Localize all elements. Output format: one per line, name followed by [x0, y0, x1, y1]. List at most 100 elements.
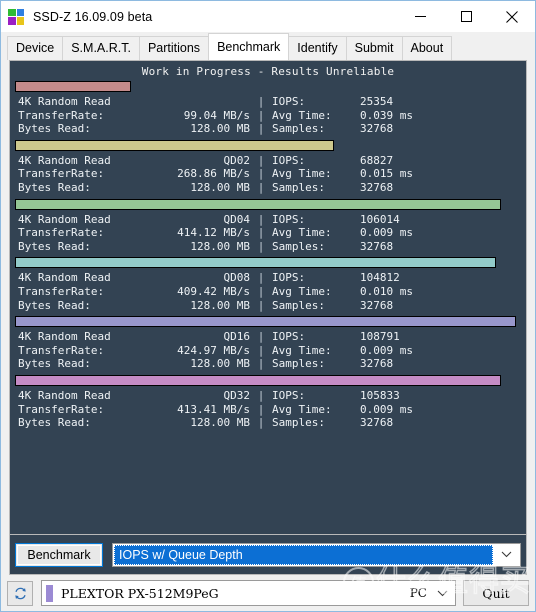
quit-button[interactable]: Quit [463, 580, 529, 606]
result-avgtime-label: Avg Time: [272, 167, 332, 181]
result-bytes-label: Bytes Read: [18, 180, 91, 194]
result-bytes-label: Bytes Read: [18, 239, 91, 253]
result-column-separator: | [257, 212, 265, 226]
result-row: TransferRate: 413.41 MB/s | Avg Time: 0.009 … [18, 403, 521, 417]
result-iops-value: 108791 [360, 330, 400, 344]
device-select[interactable]: PLEXTOR PX-512M9PeG PC [41, 580, 456, 606]
window-controls [397, 1, 535, 32]
result-detail-rows: 4K Random Read QD16 | IOPS: 108791 TransferRa… [15, 330, 521, 371]
result-row: Bytes Read: 128.00 MB | Samples: 32768 [18, 122, 521, 136]
result-row: 4K Random Read QD08 | IOPS: 104812 [18, 271, 521, 285]
result-bar-track [15, 257, 521, 269]
result-column-separator: | [257, 239, 265, 253]
tab-device[interactable]: Device [7, 36, 64, 60]
result-row: TransferRate: 414.12 MB/s | Avg Time: 0.009 … [18, 226, 521, 240]
tab-s-m-a-r-t[interactable]: S.M.A.R.T. [62, 36, 140, 60]
tab-identify[interactable]: Identify [288, 36, 347, 60]
result-iops-value: 25354 [360, 95, 394, 108]
refresh-button[interactable] [7, 580, 33, 606]
refresh-icon [14, 587, 26, 599]
result-test-name: 4K Random Read [18, 153, 111, 167]
result-rate-label: TransferRate: [18, 284, 105, 298]
result-samples-label: Samples: [272, 239, 325, 253]
tab-partitions[interactable]: Partitions [138, 36, 210, 60]
result-row: Bytes Read: 128.00 MB | Samples: 32768 [18, 299, 521, 313]
result-bytes-value: 128.00 MB [190, 239, 250, 253]
result-bytes-value: 128.00 MB [190, 122, 250, 136]
title-bar: SSD-Z 16.09.09 beta [1, 1, 535, 32]
result-iops-value: 68827 [360, 153, 394, 167]
result-rate-label: TransferRate: [18, 108, 105, 122]
result-row: Bytes Read: 128.00 MB | Samples: 32768 [18, 181, 521, 195]
result-test-name: 4K Random Read [18, 271, 111, 285]
benchmark-results-list: 4K Random Read | IOPS: 25354 TransferRate: 99… [15, 81, 521, 430]
result-bar-fill [15, 316, 516, 328]
benchmark-result-block: 4K Random Read QD02 | IOPS: 68827 TransferRat… [15, 139, 521, 195]
result-iops-label: IOPS: [272, 271, 306, 285]
result-row: 4K Random Read QD16 | IOPS: 108791 [18, 330, 521, 344]
tab-bar: Device S.M.A.R.T. Partitions Benchmark Ident… [1, 32, 535, 60]
result-row: TransferRate: 268.86 MB/s | Avg Time: 0.015 … [18, 167, 521, 181]
benchmark-type-select[interactable]: IOPS w/ Queue Depth [112, 542, 521, 567]
result-avgtime-value: 0.010 ms [360, 284, 413, 298]
ssd-z-window: SSD-Z 16.09.09 beta Device S.M.A.R.T. Part [0, 0, 536, 612]
result-row: TransferRate: 409.42 MB/s | Avg Time: 0.010 … [18, 285, 521, 299]
result-column-separator: | [257, 167, 265, 181]
result-test-name: 4K Random Read [18, 330, 111, 344]
minimize-button[interactable] [397, 1, 443, 32]
result-iops-value: 106014 [360, 212, 400, 226]
result-bar-fill [15, 257, 496, 269]
port-label: PC [409, 586, 427, 600]
result-rate-label: TransferRate: [18, 402, 105, 416]
result-samples-label: Samples: [272, 416, 325, 430]
maximize-button[interactable] [443, 1, 489, 32]
result-test-name: 4K Random Read [18, 212, 111, 226]
result-rate-value: 413.41 MB/s [177, 402, 250, 416]
chevron-down-icon[interactable] [429, 590, 455, 597]
close-button[interactable] [489, 1, 535, 32]
benchmark-run-button[interactable]: Benchmark [15, 542, 103, 567]
result-detail-rows: 4K Random Read QD02 | IOPS: 68827 TransferRat… [15, 154, 521, 195]
result-detail-rows: 4K Random Read | IOPS: 25354 TransferRate: 99… [15, 95, 521, 136]
result-samples-label: Samples: [272, 298, 325, 312]
result-column-separator: | [257, 357, 265, 371]
result-column-separator: | [257, 180, 265, 194]
result-bar-fill [15, 198, 501, 210]
result-rate-value: 99.04 MB/s [183, 108, 250, 122]
result-queue-depth [142, 95, 250, 109]
result-iops-label: IOPS: [272, 330, 306, 344]
status-bar: PLEXTOR PX-512M9PeG PC Quit 值 什么值得买 [1, 564, 535, 611]
result-row: 4K Random Read | IOPS: 25354 [18, 95, 521, 109]
ssdz-app-icon [8, 8, 24, 25]
result-bytes-value: 128.00 MB [190, 180, 250, 194]
result-row: 4K Random Read QD32 | IOPS: 105833 [18, 389, 521, 403]
result-iops-label: IOPS: [272, 212, 306, 226]
result-column-separator: | [257, 416, 265, 430]
result-column-separator: | [257, 226, 265, 240]
result-samples-value: 32768 [360, 122, 394, 136]
result-column-separator: | [257, 95, 265, 108]
app-icon-tile-yellow [16, 17, 24, 25]
result-avgtime-value: 0.015 ms [360, 167, 413, 181]
result-bytes-label: Bytes Read: [18, 298, 91, 312]
result-samples-value: 32768 [360, 180, 394, 194]
result-rate-value: 268.86 MB/s [177, 167, 250, 181]
result-bar-fill [15, 139, 334, 151]
result-row: 4K Random Read QD02 | IOPS: 68827 [18, 154, 521, 168]
result-bar-track [15, 374, 521, 386]
tab-benchmark[interactable]: Benchmark [208, 33, 290, 60]
benchmark-result-block: 4K Random Read QD32 | IOPS: 105833 TransferRa… [15, 374, 521, 430]
result-rate-value: 409.42 MB/s [177, 284, 250, 298]
tab-about[interactable]: About [401, 36, 453, 60]
chevron-down-icon[interactable] [493, 544, 519, 565]
result-avgtime-value: 0.009 ms [360, 402, 413, 416]
result-column-separator: | [257, 153, 265, 167]
result-iops-value: 104812 [360, 271, 400, 285]
tab-submit[interactable]: Submit [345, 36, 403, 60]
result-test-name: 4K Random Read [18, 388, 111, 402]
result-avgtime-label: Avg Time: [272, 343, 332, 357]
result-avgtime-value: 0.039 ms [360, 108, 413, 122]
benchmark-warning-heading: Work in Progress - Results Unreliable [141, 65, 395, 78]
result-rate-value: 414.12 MB/s [177, 226, 250, 240]
result-column-separator: | [257, 402, 265, 416]
